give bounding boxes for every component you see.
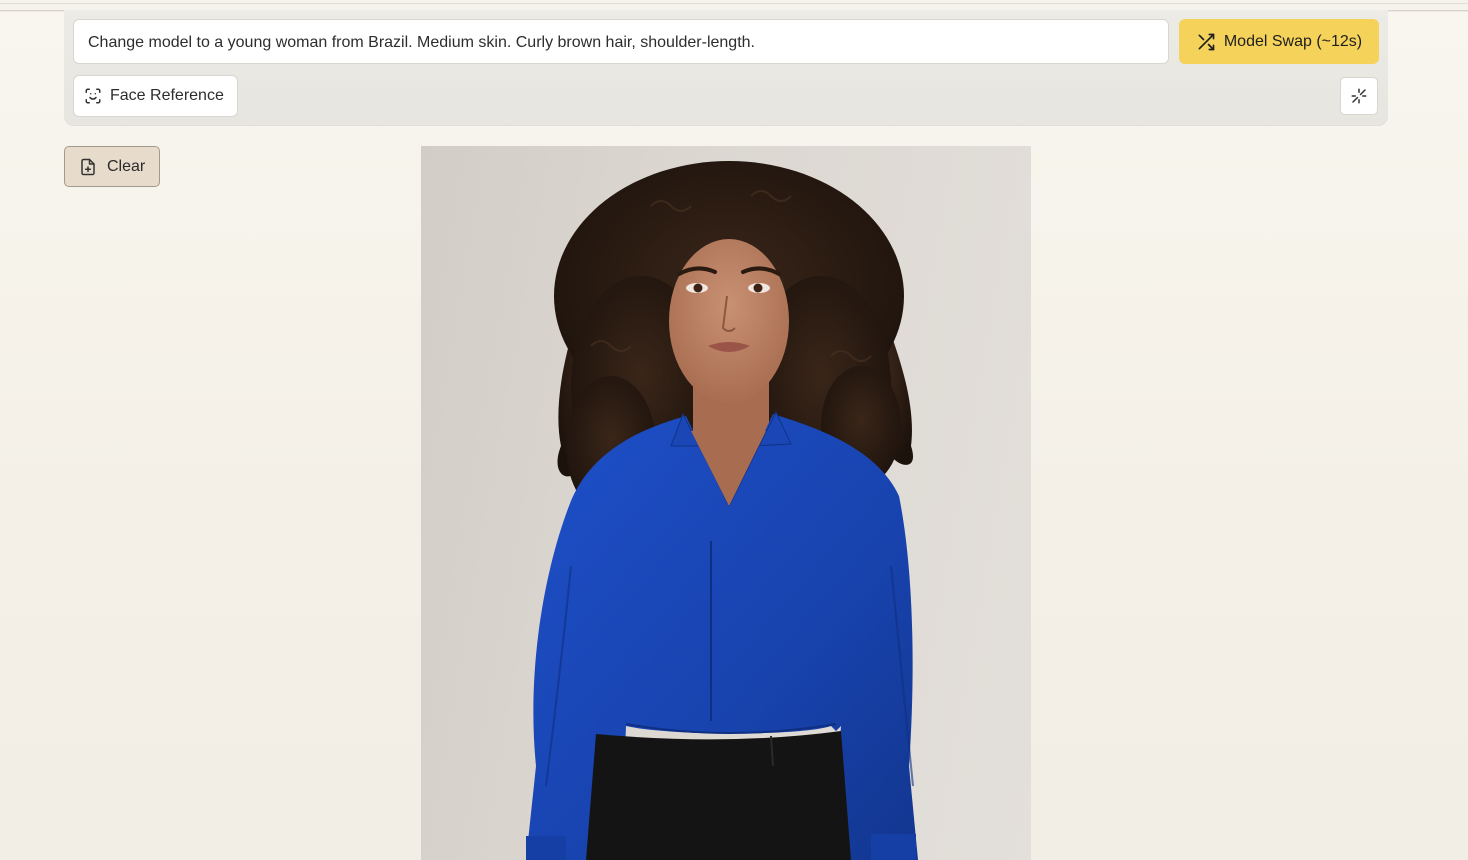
model-swap-label: Model Swap (~12s) [1223,32,1363,50]
clear-button[interactable]: Clear [64,146,160,187]
prompt-input[interactable]: Change model to a young woman from Brazi… [73,19,1169,64]
generated-model-image [421,146,1031,860]
prompt-panel: Change model to a young woman from Brazi… [64,10,1388,126]
face-reference-button[interactable]: Face Reference [73,75,238,117]
model-swap-button[interactable]: Model Swap (~12s) [1179,19,1379,64]
face-scan-icon [84,87,102,105]
enhance-prompt-button[interactable] [1340,77,1378,115]
file-plus-icon [79,158,97,176]
face-reference-label: Face Reference [110,87,224,104]
sparkle-icon [1350,87,1368,105]
clear-label: Clear [107,157,146,175]
shuffle-icon [1196,32,1216,52]
